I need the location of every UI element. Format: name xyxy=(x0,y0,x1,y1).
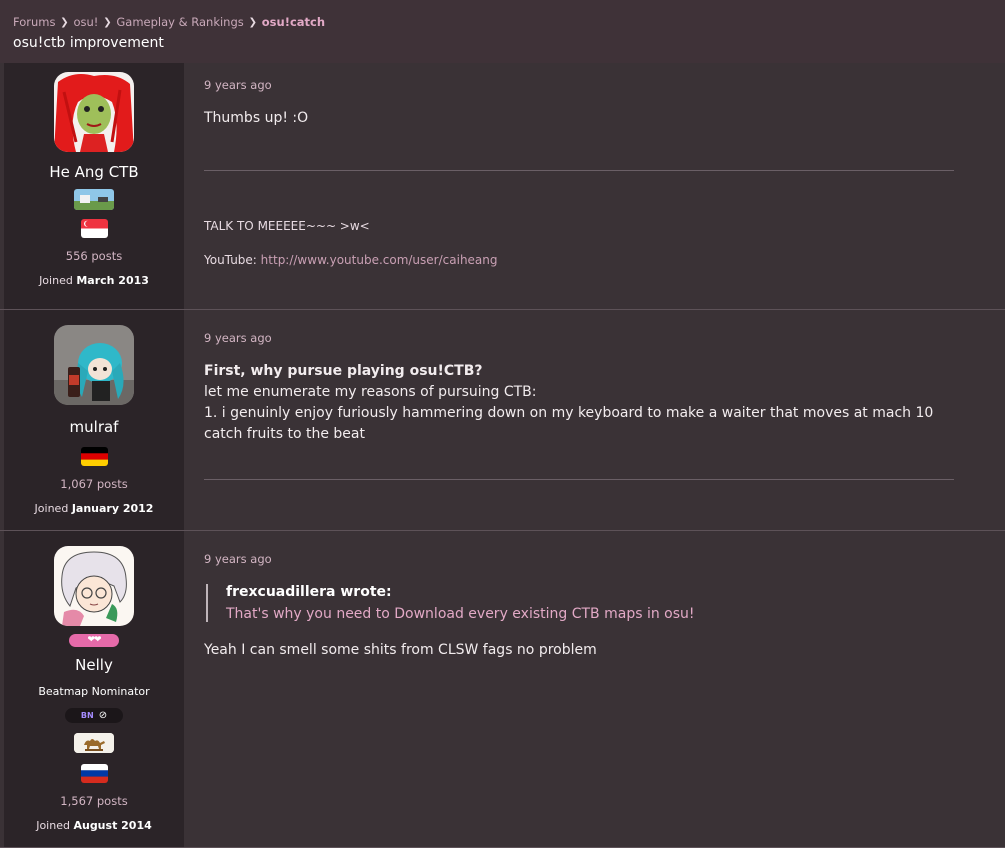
post-timestamp[interactable]: 9 years ago xyxy=(204,552,1005,566)
breadcrumb-forums[interactable]: Forums xyxy=(13,15,55,29)
username[interactable]: He Ang CTB xyxy=(49,163,138,181)
country-flag-russia[interactable] xyxy=(80,764,108,783)
quote-author: frexcuadillera wrote: xyxy=(226,584,392,600)
joined-date: Joined March 2013 xyxy=(39,274,149,287)
post-quote: frexcuadillera wrote: That's why you nee… xyxy=(206,584,1005,622)
joined-label: Joined xyxy=(36,819,70,832)
joined-value: March 2013 xyxy=(76,274,149,287)
signature-divider xyxy=(204,479,954,480)
avatar[interactable] xyxy=(54,325,134,405)
supporter-heart-badge[interactable]: ❤❤ xyxy=(69,634,119,647)
post-body: 9 years ago First, why pursue playing os… xyxy=(184,310,1005,530)
youtube-link[interactable]: http://www.youtube.com/user/caiheang xyxy=(261,253,498,267)
joined-date: Joined January 2012 xyxy=(35,502,154,515)
post-timestamp[interactable]: 9 years ago xyxy=(204,331,1005,345)
catch-mode-icon: ⊘ xyxy=(98,710,108,721)
signature-youtube: YouTube: http://www.youtube.com/user/cai… xyxy=(204,253,1005,267)
joined-label: Joined xyxy=(34,502,69,515)
breadcrumb: Forums ❯ osu! ❯ Gameplay & Rankings ❯ os… xyxy=(13,13,1005,31)
post-author-panel: He Ang CTB 556 posts Joined March 2013 xyxy=(4,63,184,309)
post-content: First, why pursue playing osu!CTB? let m… xyxy=(204,361,944,445)
post-body: 9 years ago Thumbs up! :O TALK TO MEEEEE… xyxy=(184,63,1005,309)
post-body: 9 years ago frexcuadillera wrote: That's… xyxy=(184,531,1005,847)
user-badge-image xyxy=(74,733,114,753)
joined-value: August 2014 xyxy=(73,819,152,832)
post-content: Yeah I can smell some shits from CLSW fa… xyxy=(204,642,597,658)
post-author-panel: ❤❤ Nelly Beatmap Nominator BN ⊘ 1,567 po… xyxy=(4,531,184,847)
forum-post: mulraf 1,067 posts Joined January 2012 9… xyxy=(0,310,1005,531)
chevron-right-icon: ❯ xyxy=(60,16,69,28)
signature-label: YouTube: xyxy=(204,253,257,267)
post-heading: First, why pursue playing osu!CTB? xyxy=(204,363,483,379)
post-content: Thumbs up! :O xyxy=(204,110,309,126)
joined-date: Joined August 2014 xyxy=(36,819,152,832)
chevron-right-icon: ❯ xyxy=(103,16,112,28)
user-badge-image xyxy=(74,189,114,210)
signature-divider xyxy=(204,170,954,171)
username[interactable]: mulraf xyxy=(70,418,119,436)
country-flag-germany[interactable] xyxy=(80,447,108,466)
post-count[interactable]: 1,567 posts xyxy=(60,794,127,808)
bn-mode-badge[interactable]: BN ⊘ xyxy=(65,708,123,723)
joined-label: Joined xyxy=(39,274,73,287)
post-line: 1. i genuinly enjoy furiously hammering … xyxy=(204,405,934,442)
forum-post: ❤❤ Nelly Beatmap Nominator BN ⊘ 1,567 po… xyxy=(0,531,1005,848)
quote-text: That's why you need to Download every ex… xyxy=(226,606,695,622)
post-author-panel: mulraf 1,067 posts Joined January 2012 xyxy=(4,310,184,530)
username[interactable]: Nelly xyxy=(75,656,113,674)
signature-line: TALK TO MEEEEE~~~ >w< xyxy=(204,219,370,233)
post-timestamp[interactable]: 9 years ago xyxy=(204,78,1005,92)
bn-label: BN xyxy=(80,711,94,720)
avatar[interactable] xyxy=(54,546,134,626)
breadcrumb-gameplay-rankings[interactable]: Gameplay & Rankings xyxy=(116,15,243,29)
thread-title: osu!ctb improvement xyxy=(13,35,164,51)
post-count[interactable]: 1,067 posts xyxy=(60,477,127,491)
avatar[interactable] xyxy=(54,72,134,152)
country-flag-singapore[interactable] xyxy=(80,219,108,238)
forum-header: Forums ❯ osu! ❯ Gameplay & Rankings ❯ os… xyxy=(0,0,1005,63)
breadcrumb-osu-catch[interactable]: osu!catch xyxy=(262,15,325,29)
breadcrumb-osu[interactable]: osu! xyxy=(73,15,98,29)
post-count[interactable]: 556 posts xyxy=(66,249,122,263)
joined-value: January 2012 xyxy=(71,502,154,515)
chevron-right-icon: ❯ xyxy=(248,16,257,28)
user-role: Beatmap Nominator xyxy=(38,685,150,698)
forum-post: He Ang CTB 556 posts Joined March 2013 9… xyxy=(0,63,1005,310)
post-line: let me enumerate my reasons of pursuing … xyxy=(204,384,537,400)
